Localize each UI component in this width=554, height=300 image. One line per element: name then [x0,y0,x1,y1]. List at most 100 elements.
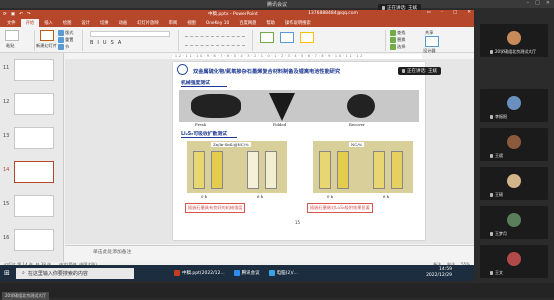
tell-me-search[interactable]: 操作说明搜索 [280,19,316,27]
close-icon[interactable]: ✕ [546,0,550,6]
meeting-title: 腾讯会议 [266,1,287,8]
taskbar-app-meeting[interactable]: 腾讯会议 [233,270,260,276]
paste-icon[interactable] [5,30,19,41]
designer-icon[interactable] [425,36,439,47]
taskbar-search-input[interactable]: ⌕ 在这里输入你要搜索的内容 [16,267,134,279]
minimize-icon[interactable]: – [527,0,530,6]
font-format-buttons[interactable]: BIUSA [90,40,170,46]
tencent-meeting-icon [233,270,240,276]
ribbon-display-icon[interactable]: ▭ [426,10,430,15]
autosave-icon[interactable]: ⟳ [3,12,7,17]
slide-thumbnails: 11 12 13 14 15 16 [0,53,64,262]
mic-icon [490,50,493,54]
participant-tile[interactable]: 20学硕组北京测试大厅 [480,24,548,57]
current-slide[interactable]: 双金属硫化物/氮氧掺杂石墨烯复合材料制备及锂离电池性能研究 机械强度测试 Fre… [173,62,425,240]
windows-start-icon[interactable]: ⊞ [4,269,10,277]
designer-button[interactable]: 设计器 [423,48,436,54]
select-icon [390,44,396,50]
label-fresh: Fresh [195,122,207,127]
powerpoint-icon [174,270,180,276]
ppt-maximize-icon[interactable]: □ [453,10,457,15]
ribbon: 粘贴 新建幻灯片 版式 重置 节 BIUSA 查找 替换 选择 共享 设计器 [0,27,474,53]
paste-button[interactable]: 粘贴 [6,43,14,49]
arrange-icon[interactable] [280,32,294,43]
slide-thumb-selected[interactable] [14,161,54,183]
save-icon[interactable]: ▣ [11,12,15,17]
tab-onekey[interactable]: OneKey 10 [201,20,234,27]
participant-tile[interactable]: 王梦月 [480,206,548,239]
avatar [507,96,521,110]
redo-icon[interactable]: ↷ [27,12,31,17]
layout-button[interactable]: 版式 [58,30,73,36]
tab-review[interactable]: 审阅 [164,19,183,27]
tab-animations[interactable]: 动画 [114,19,133,27]
powerpoint-window: ⟳ ▣ ↶ ↷ 中稿.pptx - PowerPoint 1376888484@… [0,10,474,275]
reset-button[interactable]: 重置 [58,37,73,43]
avatar [507,31,521,45]
label-folded: Folded [273,122,287,127]
participant-tile[interactable]: 王硕 [480,167,548,200]
section-button[interactable]: 节 [58,44,69,50]
mechanical-strength-photos [179,90,419,122]
folder-icon [268,270,275,276]
tab-draw[interactable]: 绘图 [58,19,77,27]
section-heading-li2s6: Li₂S₆可吸收扩散测试 [181,132,227,137]
tab-help[interactable]: 帮助 [261,19,280,27]
layout-icon [58,30,64,36]
taskbar-app-ppt[interactable]: 中稿.ppt(2022/12... [174,270,225,276]
avatar [507,213,521,227]
undo-icon[interactable]: ↶ [19,12,23,17]
slide-thumb[interactable] [14,229,54,251]
font-name-box[interactable] [90,31,170,37]
participant-tile[interactable]: 王斌 [480,128,548,161]
caption-li2s6-adsorption: 插嵌石墨烯对Li₂S₆吸附效果显著 [307,203,373,213]
account-email[interactable]: 1376888484@qq.com [308,11,358,16]
slide-thumb[interactable] [14,93,54,115]
maximize-icon[interactable]: □ [535,0,540,6]
shapes-icon[interactable] [260,32,274,43]
document-title: 中稿.pptx - PowerPoint [208,12,258,17]
paragraph-group[interactable] [185,31,245,37]
quick-styles-icon[interactable] [300,32,314,43]
alignment-group[interactable] [185,40,245,46]
tab-home[interactable]: 开始 [20,19,40,27]
speaking-indicator-overlay: 正在讲话: 王斌 [398,67,441,75]
recover-sample-image [347,94,375,118]
notes-pane[interactable]: 单击此处添加备注 [65,245,474,262]
tab-baidu[interactable]: 百度网盘 [234,19,261,27]
mic-icon [490,115,493,119]
mic-icon [490,154,493,158]
replace-button[interactable]: 替换 [390,37,405,43]
slide-thumb[interactable] [14,59,54,81]
ppt-minimize-icon[interactable]: – [441,10,443,15]
mic-icon [402,68,405,73]
taskbar-app-explorer[interactable]: 电脑(2)/... [268,270,298,276]
participant-tile[interactable]: 李振阳 [480,89,548,122]
reset-icon [58,37,64,43]
tab-design[interactable]: 设计 [76,19,95,27]
new-slide-button[interactable]: 新建幻灯片 [36,43,57,49]
avatar [507,252,521,266]
tab-slideshow[interactable]: 幻灯片放映 [132,19,163,27]
slide-page-number: 15 [295,220,301,225]
tab-insert[interactable]: 插入 [39,19,58,27]
ribbon-tabs: 文件 开始 插入 绘图 设计 切换 动画 幻灯片放映 审阅 视图 OneKey … [0,19,474,27]
folded-sample-image [269,93,295,121]
new-slide-icon[interactable] [40,30,54,41]
slide-canvas: 双金属硫化物/氮氧掺杂石墨烯复合材料制备及锂离电池性能研究 机械强度测试 Fre… [65,59,474,244]
adsorption-test-photo-2: NC/% [313,141,413,193]
find-icon [390,30,396,36]
tab-file[interactable]: 文件 [2,19,21,27]
slide-thumb[interactable] [14,127,54,149]
slide-thumb[interactable] [14,195,54,217]
tab-transitions[interactable]: 切换 [95,19,114,27]
label-recover: Recover [349,122,365,127]
select-button[interactable]: 选择 [390,44,405,50]
system-clock[interactable]: 14:59 2022/12/29 [426,267,452,279]
avatar [507,174,521,188]
ppt-close-icon[interactable]: ✕ [467,10,471,15]
section-heading-mechanical: 机械强度测试 [181,81,210,86]
find-button[interactable]: 查找 [390,30,405,36]
tab-view[interactable]: 视图 [182,19,201,27]
participant-tile[interactable]: 王文 [480,245,548,278]
